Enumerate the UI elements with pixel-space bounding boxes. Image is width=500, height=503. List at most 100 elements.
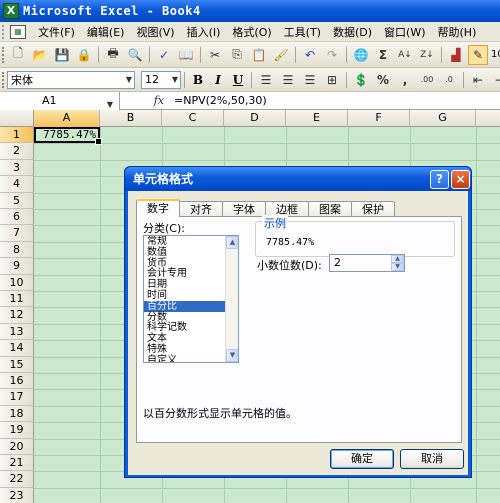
- column-header-g[interactable]: G: [410, 110, 476, 127]
- comma-style-icon[interactable]: ,: [395, 70, 415, 90]
- category-item[interactable]: 常规: [144, 236, 226, 247]
- column-header-c[interactable]: C: [162, 110, 224, 127]
- sort-descending-icon[interactable]: Z↓: [417, 45, 437, 65]
- permission-icon[interactable]: 🔒: [74, 45, 94, 65]
- close-button[interactable]: ×: [451, 170, 470, 189]
- toolbar-grip[interactable]: [2, 46, 4, 63]
- merge-center-icon[interactable]: ⊞: [322, 70, 342, 90]
- spelling-icon[interactable]: ✓: [154, 45, 174, 65]
- category-item[interactable]: 特殊: [144, 344, 226, 355]
- chevron-down-icon[interactable]: ▼: [172, 75, 178, 84]
- tab-number[interactable]: 数字: [136, 199, 180, 217]
- category-item[interactable]: 分数: [144, 312, 226, 323]
- row-header[interactable]: 12: [0, 307, 34, 324]
- column-header-a[interactable]: A: [34, 110, 100, 127]
- zoom-level[interactable]: 100: [491, 49, 500, 60]
- spin-up-icon[interactable]: ▲: [391, 255, 404, 263]
- category-item[interactable]: 百分比: [144, 300, 226, 312]
- tab-protection[interactable]: 保护: [351, 201, 395, 217]
- row-header[interactable]: 16: [0, 373, 34, 390]
- underline-button[interactable]: U: [229, 71, 247, 89]
- align-center-icon[interactable]: ☰: [278, 70, 298, 90]
- category-list[interactable]: 常规 数值 货币 会计专用 日期 时间 百分比 分数 科学记数 文本 特殊 自定义 ▲ ▼: [143, 235, 239, 363]
- menu-data[interactable]: 数据(D): [327, 24, 378, 40]
- category-item[interactable]: 科学记数: [144, 322, 226, 333]
- autosum-icon[interactable]: Σ: [373, 45, 393, 65]
- insert-function-icon[interactable]: fx: [120, 94, 172, 107]
- font-size-select[interactable]: 12 ▼: [141, 70, 181, 89]
- row-header[interactable]: 19: [0, 422, 34, 439]
- new-icon[interactable]: 🗋: [8, 45, 28, 65]
- row-header[interactable]: 6: [0, 209, 34, 226]
- row-header[interactable]: 15: [0, 356, 34, 373]
- select-all-corner[interactable]: [0, 110, 34, 127]
- research-icon[interactable]: 📖: [176, 45, 196, 65]
- row-header[interactable]: 14: [0, 340, 34, 357]
- excel-app-icon[interactable]: X: [3, 3, 19, 19]
- align-left-icon[interactable]: ☰: [256, 70, 276, 90]
- toolbar-grip[interactable]: [2, 71, 4, 88]
- chart-wizard-icon[interactable]: ▟: [446, 45, 466, 65]
- category-scrollbar[interactable]: ▲ ▼: [225, 236, 238, 362]
- column-header-f[interactable]: F: [348, 110, 410, 127]
- row-header[interactable]: 1: [0, 127, 34, 144]
- decimal-places-spinner[interactable]: 2 ▲ ▼: [329, 254, 405, 272]
- category-item[interactable]: 货币: [144, 258, 226, 269]
- column-header-b[interactable]: B: [100, 110, 162, 127]
- increase-indent-icon[interactable]: ⇥: [490, 70, 500, 90]
- menu-grip[interactable]: [2, 24, 6, 39]
- paste-icon[interactable]: 📋: [249, 45, 269, 65]
- category-item[interactable]: 数值: [144, 247, 226, 258]
- workbook-icon[interactable]: ▦: [10, 24, 26, 39]
- row-header[interactable]: 9: [0, 258, 34, 275]
- help-button[interactable]: ?: [430, 170, 449, 189]
- category-item[interactable]: 日期: [144, 279, 226, 290]
- decrease-indent-icon[interactable]: ⇤: [468, 70, 488, 90]
- row-header[interactable]: 17: [0, 389, 34, 406]
- column-header-e[interactable]: E: [286, 110, 348, 127]
- ok-button[interactable]: 确定: [330, 449, 394, 469]
- percent-icon[interactable]: %: [373, 70, 393, 90]
- cell-a1[interactable]: 7785.47%: [34, 127, 102, 145]
- row-header[interactable]: 11: [0, 291, 34, 308]
- redo-icon[interactable]: ↷: [322, 45, 342, 65]
- category-item[interactable]: 时间: [144, 290, 226, 301]
- format-painter-icon[interactable]: 🖌: [271, 45, 291, 65]
- row-header[interactable]: 5: [0, 192, 34, 209]
- row-header[interactable]: 10: [0, 274, 34, 291]
- copy-icon[interactable]: ⎘: [227, 45, 247, 65]
- print-icon[interactable]: 🖶: [103, 45, 123, 65]
- row-header[interactable]: 21: [0, 455, 34, 472]
- row-header[interactable]: 4: [0, 176, 34, 193]
- currency-icon[interactable]: 💲: [351, 70, 371, 90]
- decrease-decimal-icon[interactable]: .0: [439, 70, 459, 90]
- formula-input[interactable]: =NPV(2%,50,30): [172, 94, 500, 107]
- increase-decimal-icon[interactable]: .00: [417, 70, 437, 90]
- row-header[interactable]: 2: [0, 143, 34, 160]
- category-item[interactable]: 自定义: [144, 355, 226, 362]
- menu-tools[interactable]: 工具(T): [278, 24, 327, 40]
- column-header-d[interactable]: D: [224, 110, 286, 127]
- row-header[interactable]: 18: [0, 405, 34, 423]
- menu-edit[interactable]: 编辑(E): [81, 24, 131, 40]
- category-item[interactable]: 文本: [144, 333, 226, 344]
- menu-window[interactable]: 窗口(W): [378, 24, 431, 40]
- tab-font[interactable]: 字体: [222, 201, 266, 217]
- spin-down-icon[interactable]: ▼: [391, 263, 404, 271]
- print-preview-icon[interactable]: 🔍: [125, 45, 145, 65]
- row-header[interactable]: 20: [0, 438, 34, 455]
- menu-format[interactable]: 格式(O): [226, 24, 277, 40]
- drawing-icon[interactable]: ✎: [468, 44, 488, 65]
- row-header[interactable]: 23: [0, 487, 34, 503]
- menu-insert[interactable]: 插入(I): [181, 24, 227, 40]
- row-header[interactable]: 22: [0, 471, 34, 488]
- tab-alignment[interactable]: 对齐: [179, 201, 223, 217]
- menu-file[interactable]: 文件(F): [32, 24, 81, 40]
- tab-pattern[interactable]: 图案: [308, 201, 352, 217]
- name-box[interactable]: A1 ▼: [0, 91, 120, 110]
- row-header[interactable]: 3: [0, 159, 34, 177]
- category-item[interactable]: 会计专用: [144, 268, 226, 279]
- row-header[interactable]: 13: [0, 323, 34, 341]
- hyperlink-icon[interactable]: 🌐: [351, 45, 371, 65]
- row-header[interactable]: 7: [0, 225, 34, 242]
